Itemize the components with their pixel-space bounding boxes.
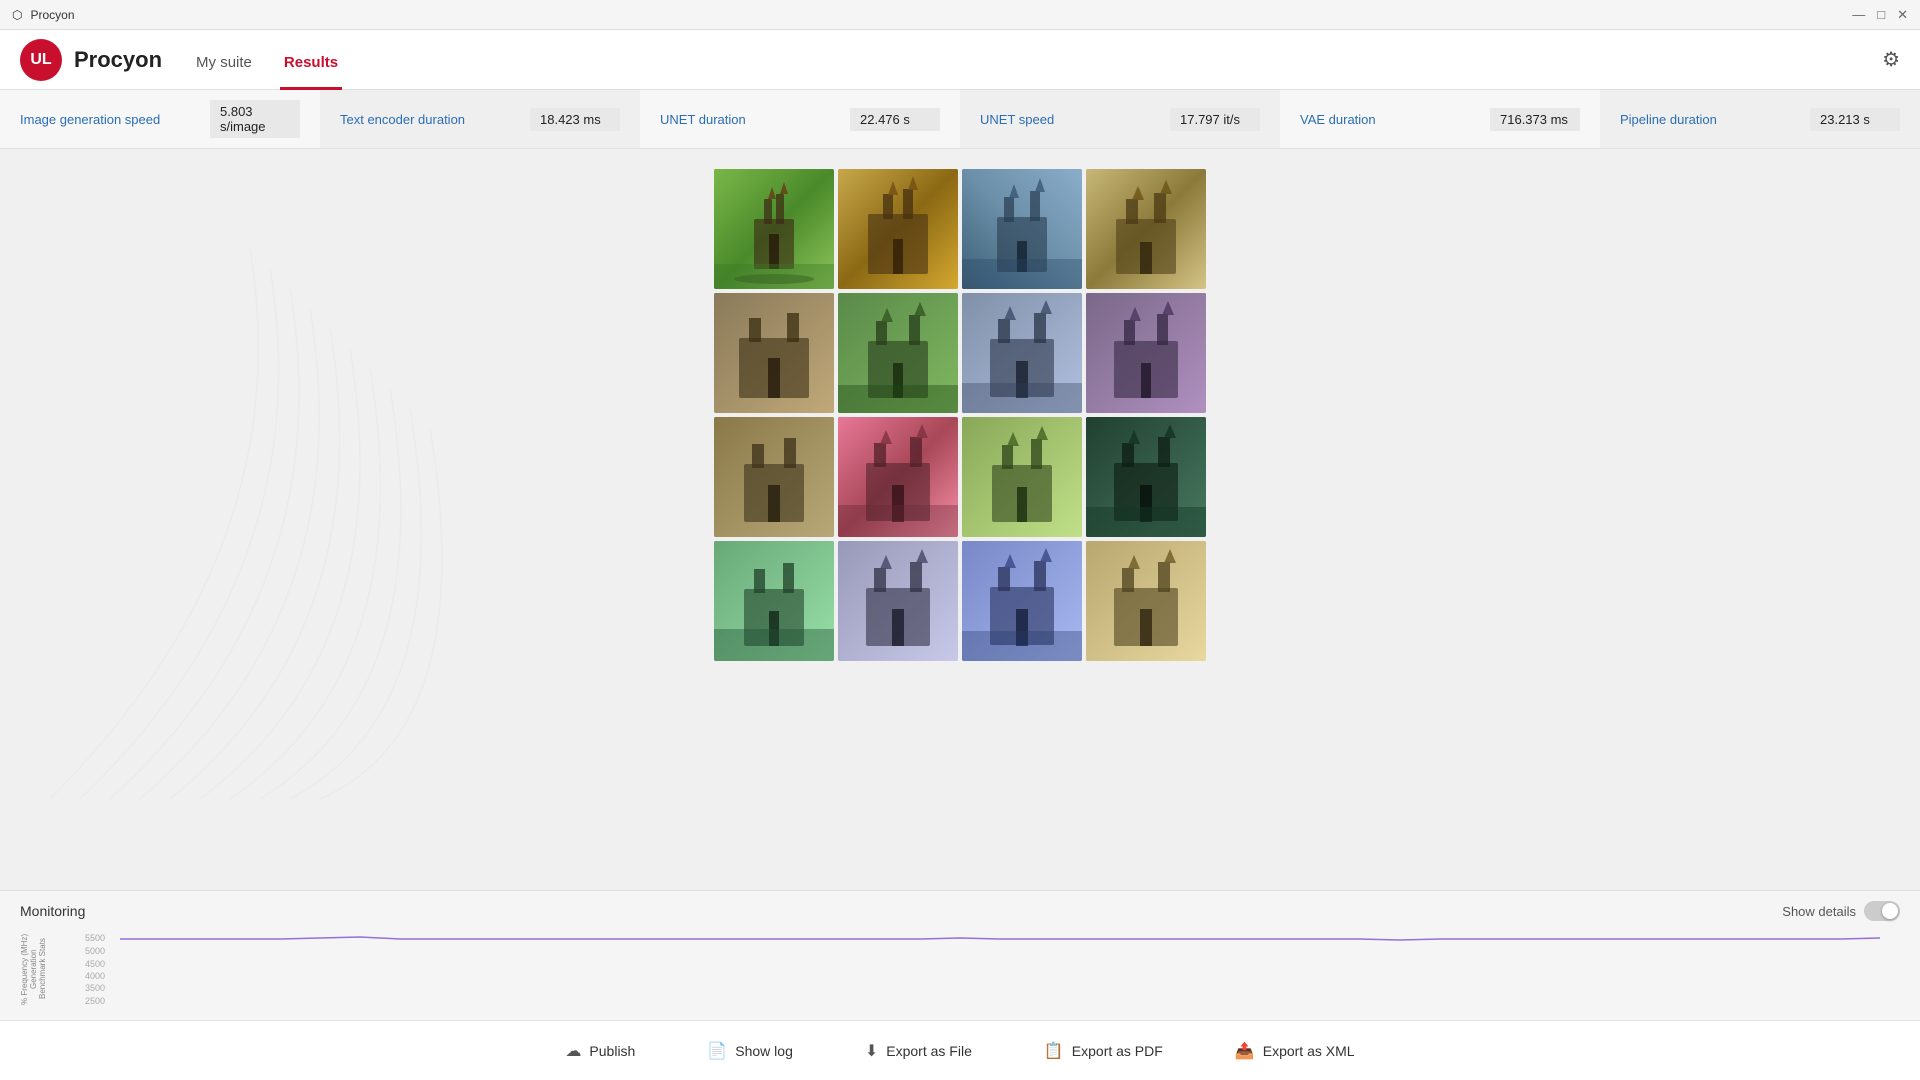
cloud-icon: ☁	[565, 1041, 581, 1061]
app-name: Procyon	[74, 47, 162, 73]
title-bar-icon: ⬡	[12, 8, 22, 22]
export-file-button[interactable]: ⬇ Export as File	[849, 1033, 988, 1069]
monitoring-chart: % Frequency (MHz)Generation Benchmark St…	[20, 929, 1900, 1009]
monitoring-chart-svg: 5500 5000 4500 4000 3500 2500	[80, 929, 1900, 1009]
monitoring-header: Monitoring Show details	[20, 901, 1900, 921]
metric-text-encoder: Text encoder duration 18.423 ms	[320, 90, 640, 148]
xml-icon: 📤	[1235, 1041, 1255, 1061]
metric-vae-duration: VAE duration 716.373 ms	[1280, 90, 1600, 148]
image-cell-14[interactable]	[838, 541, 958, 661]
svg-text:4500: 4500	[85, 959, 105, 969]
metrics-bar: Image generation speed 5.803 s/image Tex…	[0, 90, 1920, 149]
tab-results[interactable]: Results	[280, 54, 342, 90]
title-bar: ⬡ Procyon — □ ✕	[0, 0, 1920, 30]
log-icon: 📄	[707, 1041, 727, 1061]
export-pdf-button[interactable]: 📋 Export as PDF	[1028, 1033, 1179, 1069]
title-bar-left: ⬡ Procyon	[12, 8, 75, 22]
nav-tabs: My suite Results	[192, 30, 342, 90]
image-cell-7[interactable]	[962, 293, 1082, 413]
image-grid	[714, 169, 1206, 870]
metric-image-gen-speed: Image generation speed 5.803 s/image	[0, 90, 320, 148]
show-log-button[interactable]: 📄 Show log	[691, 1033, 809, 1069]
image-cell-10[interactable]	[838, 417, 958, 537]
svg-text:5000: 5000	[85, 946, 105, 956]
image-cell-2[interactable]	[838, 169, 958, 289]
logo-circle: UL	[20, 39, 62, 81]
metric-pipeline-duration: Pipeline duration 23.213 s	[1600, 90, 1920, 148]
image-cell-9[interactable]	[714, 417, 834, 537]
svg-text:2500: 2500	[85, 996, 105, 1006]
image-cell-4[interactable]	[1086, 169, 1206, 289]
show-details-toggle[interactable]	[1864, 901, 1900, 921]
image-cell-8[interactable]	[1086, 293, 1206, 413]
image-cell-1[interactable]	[714, 169, 834, 289]
image-grid-area	[0, 149, 1920, 890]
show-details-label: Show details	[1782, 904, 1856, 919]
export-xml-button[interactable]: 📤 Export as XML	[1219, 1033, 1371, 1069]
show-details-area: Show details	[1782, 901, 1900, 921]
svg-text:5500: 5500	[85, 933, 105, 943]
image-cell-13[interactable]	[714, 541, 834, 661]
logo-area: UL Procyon	[20, 39, 162, 81]
svg-text:4000: 4000	[85, 971, 105, 981]
metric-unet-speed: UNET speed 17.797 it/s	[960, 90, 1280, 148]
image-cell-5[interactable]	[714, 293, 834, 413]
close-button[interactable]: ✕	[1897, 7, 1908, 23]
image-cell-16[interactable]	[1086, 541, 1206, 661]
pdf-icon: 📋	[1044, 1041, 1064, 1061]
maximize-button[interactable]: □	[1877, 7, 1885, 23]
image-cell-3[interactable]	[962, 169, 1082, 289]
image-cell-6[interactable]	[838, 293, 958, 413]
download-icon: ⬇	[865, 1041, 878, 1061]
toggle-knob	[1882, 903, 1898, 919]
svg-text:3500: 3500	[85, 983, 105, 993]
app-header: UL Procyon My suite Results ⚙	[0, 30, 1920, 90]
footer-toolbar: ☁ Publish 📄 Show log ⬇ Export as File 📋 …	[0, 1020, 1920, 1080]
title-bar-controls: — □ ✕	[1852, 7, 1908, 23]
title-bar-title: Procyon	[30, 8, 74, 22]
main-content	[0, 149, 1920, 890]
monitoring-title: Monitoring	[20, 903, 85, 919]
app-header-left: UL Procyon My suite Results	[20, 30, 342, 90]
image-cell-15[interactable]	[962, 541, 1082, 661]
tab-my-suite[interactable]: My suite	[192, 54, 256, 90]
metric-unet-duration: UNET duration 22.476 s	[640, 90, 960, 148]
image-cell-11[interactable]	[962, 417, 1082, 537]
monitoring-section: Monitoring Show details % Frequency (MHz…	[0, 890, 1920, 1020]
chart-y-labels: % Frequency (MHz)Generation Benchmark St…	[20, 929, 80, 1009]
settings-icon[interactable]: ⚙	[1882, 47, 1900, 72]
minimize-button[interactable]: —	[1852, 7, 1865, 23]
image-cell-12[interactable]	[1086, 417, 1206, 537]
publish-button[interactable]: ☁ Publish	[549, 1033, 651, 1069]
